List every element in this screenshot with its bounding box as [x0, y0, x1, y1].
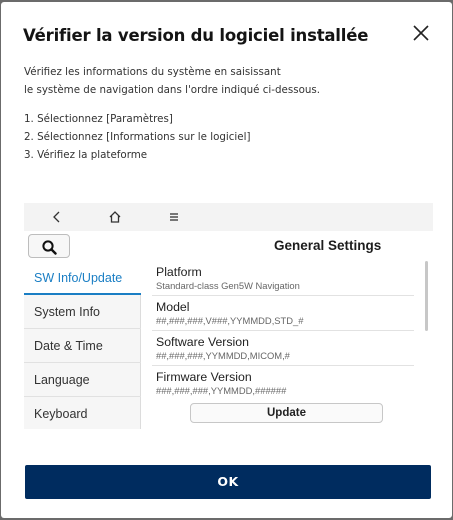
detail-label: Model — [156, 300, 190, 314]
ok-button[interactable]: OK — [25, 465, 431, 499]
detail-value: ##,###,###,YYMMDD,MICOM,# — [156, 350, 290, 361]
steps-list: 1. Sélectionnez [Paramètres] 2. Sélectio… — [24, 110, 251, 164]
dialog-title: Vérifier la version du logiciel installé… — [23, 26, 369, 45]
sidebar-item-language: Language — [24, 363, 141, 397]
detail-row-software-version: Software Version ##,###,###,YYMMDD,MICOM… — [156, 335, 412, 362]
detail-value: Standard-class Gen5W Navigation — [156, 280, 300, 291]
detail-label: Software Version — [156, 335, 249, 349]
detail-row-model: Model ##,###,###,V###,YYMMDD,STD_# — [156, 300, 412, 327]
update-button: Update — [190, 403, 383, 423]
detail-value: ##,###,###,V###,YYMMDD,STD_# — [156, 315, 304, 326]
step-item: 3. Vérifiez la plateforme — [24, 149, 148, 161]
sidebar-item-keyboard: Keyboard — [24, 397, 141, 429]
menu-icon — [166, 209, 182, 225]
sidebar-item-sw-info: SW Info/Update — [24, 261, 141, 295]
settings-sidebar: SW Info/Update System Info Date & Time L… — [24, 261, 141, 429]
back-arrow-icon — [49, 209, 65, 225]
device-top-bar — [24, 203, 433, 231]
sidebar-item-date-time: Date & Time — [24, 329, 141, 363]
close-icon[interactable] — [408, 20, 434, 46]
detail-label: Firmware Version — [156, 370, 252, 384]
scrollbar — [425, 261, 428, 331]
step-item: 1. Sélectionnez [Paramètres] — [24, 113, 173, 125]
dialog: Vérifier la version du logiciel installé… — [1, 2, 452, 518]
dialog-description: Vérifiez les informations du système en … — [24, 63, 320, 99]
sidebar-item-system-info: System Info — [24, 295, 141, 329]
device-header: General Settings — [24, 231, 433, 261]
detail-row-firmware-version: Firmware Version ###,###,###,YYMMDD,####… — [156, 370, 412, 397]
detail-value: ###,###,###,YYMMDD,###### — [156, 385, 287, 396]
home-icon — [107, 209, 123, 225]
step-item: 2. Sélectionnez [Informations sur le log… — [24, 131, 251, 143]
divider — [152, 295, 414, 296]
description-line: Vérifiez les informations du système en … — [24, 66, 281, 78]
description-line: le système de navigation dans l'ordre in… — [24, 84, 321, 96]
screen-title: General Settings — [274, 238, 382, 253]
detail-row-platform: Platform Standard-class Gen5W Navigation — [156, 265, 412, 292]
settings-details: Platform Standard-class Gen5W Navigation… — [142, 261, 433, 429]
divider — [152, 330, 414, 331]
divider — [152, 365, 414, 366]
search-icon — [28, 234, 70, 258]
navigation-screenshot: General Settings SW Info/Update System I… — [24, 203, 433, 429]
detail-label: Platform — [156, 265, 202, 279]
